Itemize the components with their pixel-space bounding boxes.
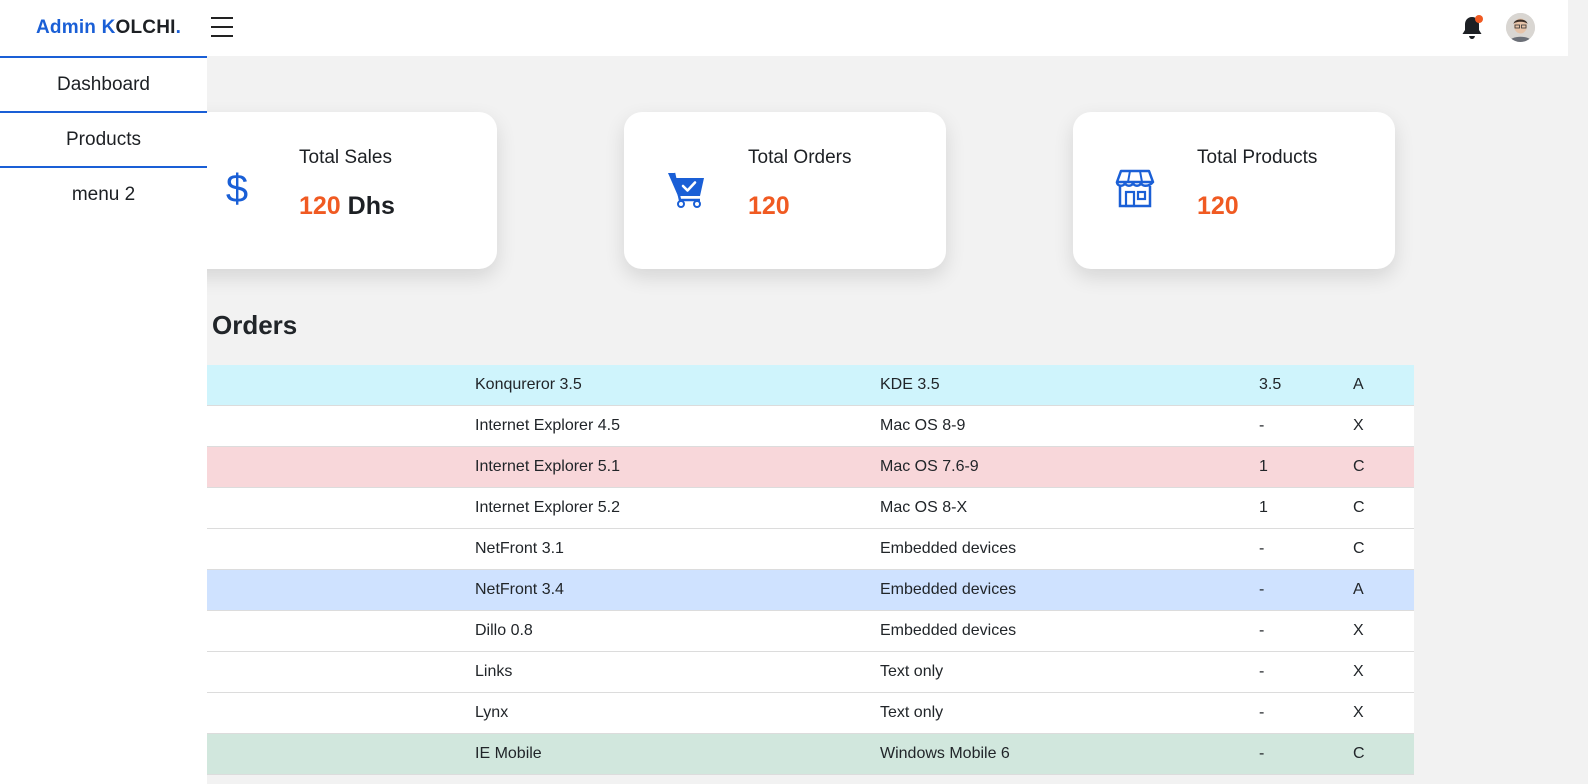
browser-cell: NetFront 3.1	[475, 540, 564, 557]
browser-cell: Dillo 0.8	[475, 622, 533, 639]
browser-cell: Konqureror 3.5	[475, 376, 582, 393]
version-cell: 1	[1259, 499, 1268, 516]
total-products-card: Total Products 120	[1073, 112, 1395, 269]
sidebar: Dashboard Products menu 2	[0, 56, 207, 784]
platform-cell: Windows Mobile 6	[880, 745, 1010, 762]
total-products-value: 120	[1197, 192, 1239, 220]
platform-cell: Embedded devices	[880, 622, 1017, 639]
table-row: NetFront 3.4 Embedded devices - A	[0, 570, 1414, 611]
version-cell: -	[1259, 581, 1265, 598]
grade-cell: X	[1353, 663, 1364, 680]
browser-cell: Internet Explorer 4.5	[475, 417, 620, 434]
browser-cell: Internet Explorer 5.2	[475, 499, 620, 516]
dollar-icon: $	[223, 166, 263, 211]
grade-cell: A	[1353, 376, 1364, 393]
svg-text:$: $	[226, 167, 248, 210]
browser-cell: Links	[475, 663, 513, 680]
version-cell: -	[1259, 704, 1265, 721]
version-cell: -	[1259, 622, 1265, 639]
sidebar-item-products[interactable]: Products	[0, 113, 207, 168]
table-row: Konqureror 3.5 KDE 3.5 3.5 A	[0, 365, 1414, 406]
grade-cell: X	[1353, 622, 1364, 639]
platform-cell: Mac OS 7.6-9	[880, 458, 979, 475]
brand-part-olchi: OLCHI	[115, 17, 176, 38]
cart-icon	[666, 168, 706, 208]
table-row: NetFront 3.1 Embedded devices - C	[0, 529, 1414, 570]
version-cell: -	[1259, 417, 1265, 434]
brand-part-k: K	[101, 17, 116, 38]
browser-cell: Internet Explorer 5.1	[475, 458, 620, 475]
grade-cell: C	[1353, 745, 1365, 762]
version-cell: 3.5	[1259, 376, 1282, 393]
browser-cell: IE Mobile	[475, 745, 542, 762]
brand-part-admin: Admin	[36, 17, 102, 38]
version-cell: -	[1259, 745, 1265, 762]
table-row: Lynx Text only - X	[0, 693, 1414, 734]
platform-cell: Text only	[880, 704, 944, 721]
grade-cell: C	[1353, 458, 1365, 475]
total-sales-card: $ Total Sales 120 Dhs	[175, 112, 497, 269]
table-row: Internet Explorer 5.1 Mac OS 7.6-9 1 C	[0, 447, 1414, 488]
platform-cell: Text only	[880, 663, 944, 680]
brand-logo[interactable]: Admin KOLCHI.	[36, 17, 181, 39]
platform-cell: Mac OS 8-9	[880, 417, 966, 434]
brand-part-dot: .	[175, 17, 182, 38]
grade-cell: A	[1353, 581, 1364, 598]
browser-cell: Lynx	[475, 704, 509, 721]
platform-cell: Mac OS 8-X	[880, 499, 968, 516]
total-orders-value: 120	[748, 192, 790, 220]
grade-cell: X	[1353, 417, 1364, 434]
total-sales-number: 120	[299, 192, 341, 220]
orders-title: Orders	[212, 310, 298, 340]
table-row: Internet Explorer 5.2 Mac OS 8-X 1 C	[0, 488, 1414, 529]
total-orders-card: Total Orders 120	[624, 112, 946, 269]
grade-cell: C	[1353, 499, 1365, 516]
sidebar-item-menu-2[interactable]: menu 2	[0, 168, 207, 221]
platform-cell: KDE 3.5	[880, 376, 940, 393]
avatar[interactable]	[1506, 13, 1535, 42]
table-row: Internet Explorer 4.5 Mac OS 8-9 - X	[0, 406, 1414, 447]
total-orders-label: Total Orders	[748, 147, 852, 168]
total-products-label: Total Products	[1197, 147, 1318, 168]
bell-icon[interactable]	[1460, 15, 1484, 41]
version-cell: -	[1259, 663, 1265, 680]
version-cell: -	[1259, 540, 1265, 557]
orders-table: Konqureror 3.5 KDE 3.5 3.5 A Internet Ex…	[0, 365, 1414, 775]
store-icon	[1115, 168, 1155, 208]
total-sales-label: Total Sales	[299, 147, 392, 168]
platform-cell: Embedded devices	[880, 540, 1017, 557]
sidebar-item-dashboard[interactable]: Dashboard	[0, 58, 207, 113]
notification-dot	[1475, 15, 1483, 23]
table-row: Links Text only - X	[0, 652, 1414, 693]
grade-cell: X	[1353, 704, 1364, 721]
top-navbar: Admin KOLCHI.	[0, 0, 1568, 56]
currency-unit: Dhs	[340, 192, 395, 220]
version-cell: 1	[1259, 458, 1268, 475]
total-sales-value: 120 Dhs	[299, 192, 395, 221]
hamburger-icon[interactable]	[211, 17, 233, 37]
table-row: IE Mobile Windows Mobile 6 - C	[0, 734, 1414, 775]
table-row: Dillo 0.8 Embedded devices - X	[0, 611, 1414, 652]
platform-cell: Embedded devices	[880, 581, 1017, 598]
page-scrollbar[interactable]	[1568, 0, 1588, 782]
browser-cell: NetFront 3.4	[475, 581, 564, 598]
grade-cell: C	[1353, 540, 1365, 557]
